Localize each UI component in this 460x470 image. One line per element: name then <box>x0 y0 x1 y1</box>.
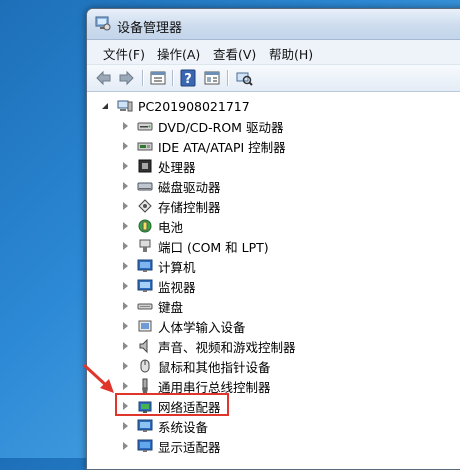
monitor-icon <box>137 279 153 292</box>
tree-item-label: 鼠标和其他指针设备 <box>158 359 271 375</box>
system-device-icon <box>137 419 153 432</box>
red-arrow-icon <box>82 363 114 393</box>
tree-item[interactable]: 存储控制器 <box>121 196 221 216</box>
port-icon <box>139 239 151 252</box>
back-arrow-icon[interactable] <box>95 69 113 87</box>
tree-item-label: 显示适配器 <box>158 439 221 455</box>
show-view-icon[interactable] <box>203 69 221 87</box>
tree-item-label: IDE ATA/ATAPI 控制器 <box>158 139 286 155</box>
forward-arrow-icon[interactable] <box>117 69 135 87</box>
tree-item-label: DVD/CD-ROM 驱动器 <box>158 119 284 135</box>
storage-controller-icon <box>138 199 152 213</box>
window-title: 设备管理器 <box>117 21 183 36</box>
tree-item[interactable]: DVD/CD-ROM 驱动器 <box>121 116 283 136</box>
tree-item[interactable]: 键盘 <box>121 296 183 316</box>
keyboard-icon <box>137 303 153 310</box>
tree-item[interactable]: 人体学输入设备 <box>121 316 246 336</box>
expand-icon[interactable] <box>121 161 131 171</box>
highlight-box <box>115 393 229 416</box>
tree-item[interactable]: IDE ATA/ATAPI 控制器 <box>121 136 286 156</box>
tree-item[interactable]: 磁盘驱动器 <box>121 176 221 196</box>
menu-action[interactable]: 操作(A) <box>157 44 200 63</box>
tree-item-label: 声音、视频和游戏控制器 <box>158 339 296 355</box>
expand-icon[interactable] <box>121 121 131 131</box>
tree-item-label: 计算机 <box>158 259 196 275</box>
collapse-icon[interactable] <box>101 101 111 111</box>
menu-view[interactable]: 查看(V) <box>213 44 256 63</box>
svg-text:?: ? <box>184 72 192 87</box>
tree-item-label: 人体学输入设备 <box>158 319 246 335</box>
toolbar-separator <box>142 70 144 86</box>
expand-icon[interactable] <box>121 441 131 451</box>
expand-icon[interactable] <box>121 141 131 151</box>
processor-icon <box>138 159 152 173</box>
expand-icon[interactable] <box>121 201 131 211</box>
expand-icon[interactable] <box>121 381 131 391</box>
sound-icon <box>139 338 148 354</box>
tree-item[interactable]: 监视器 <box>121 276 196 296</box>
expand-icon[interactable] <box>121 421 131 431</box>
toolbar: ? <box>87 65 460 92</box>
tree-item[interactable]: 端口 (COM 和 LPT) <box>121 236 269 256</box>
title-bar: 设备管理器 <box>87 9 460 40</box>
scan-hardware-icon[interactable] <box>235 69 253 87</box>
device-manager-icon <box>95 16 111 31</box>
expand-icon[interactable] <box>121 261 131 271</box>
disk-drive-icon <box>137 182 153 191</box>
tree-item[interactable]: 鼠标和其他指针设备 <box>121 356 271 376</box>
tree-item[interactable]: 电池 <box>121 216 183 236</box>
expand-icon[interactable] <box>121 321 131 331</box>
expand-icon[interactable] <box>121 281 131 291</box>
expand-icon[interactable] <box>121 341 131 351</box>
usb-icon <box>142 378 148 393</box>
tree-item-label: 系统设备 <box>158 419 209 435</box>
tree-item[interactable]: 显示适配器 <box>121 436 221 456</box>
tree-item[interactable]: 计算机 <box>121 256 196 276</box>
help-icon[interactable]: ? <box>179 69 197 87</box>
menu-file[interactable]: 文件(F) <box>103 44 145 63</box>
menu-bar: 文件(F) 操作(A) 查看(V) 帮助(H) <box>87 40 460 65</box>
expand-icon[interactable] <box>121 361 131 371</box>
menu-help[interactable]: 帮助(H) <box>269 44 313 63</box>
mouse-icon <box>140 359 150 373</box>
computer-icon <box>117 100 133 112</box>
computer-monitor-icon <box>137 259 153 272</box>
tree-item-label: 端口 (COM 和 LPT) <box>158 239 269 255</box>
properties-panel-icon[interactable] <box>149 69 167 87</box>
toolbar-separator <box>227 70 229 86</box>
expand-icon[interactable] <box>121 301 131 311</box>
tree-item-label: 存储控制器 <box>158 199 221 215</box>
tree-root-label: PC201908021717 <box>138 98 250 114</box>
tree-item[interactable]: 处理器 <box>121 156 196 176</box>
tree-item-label: 磁盘驱动器 <box>158 179 221 195</box>
tree-item[interactable]: 声音、视频和游戏控制器 <box>121 336 296 356</box>
tree-item[interactable]: 系统设备 <box>121 416 208 436</box>
expand-icon[interactable] <box>121 241 131 251</box>
tree-root[interactable]: PC201908021717 <box>101 96 250 116</box>
ide-controller-icon <box>137 142 153 151</box>
tree-item-label: 键盘 <box>158 299 184 315</box>
tree-item-label: 电池 <box>158 219 184 235</box>
display-adapter-icon <box>137 439 153 452</box>
tree-item-label: 处理器 <box>158 159 196 175</box>
toolbar-separator <box>172 70 174 86</box>
tree-item-label: 监视器 <box>158 279 196 295</box>
expand-icon[interactable] <box>121 221 131 231</box>
battery-icon <box>138 219 152 233</box>
expand-icon[interactable] <box>121 181 131 191</box>
dvd-drive-icon <box>137 122 153 131</box>
hid-icon <box>138 320 152 332</box>
